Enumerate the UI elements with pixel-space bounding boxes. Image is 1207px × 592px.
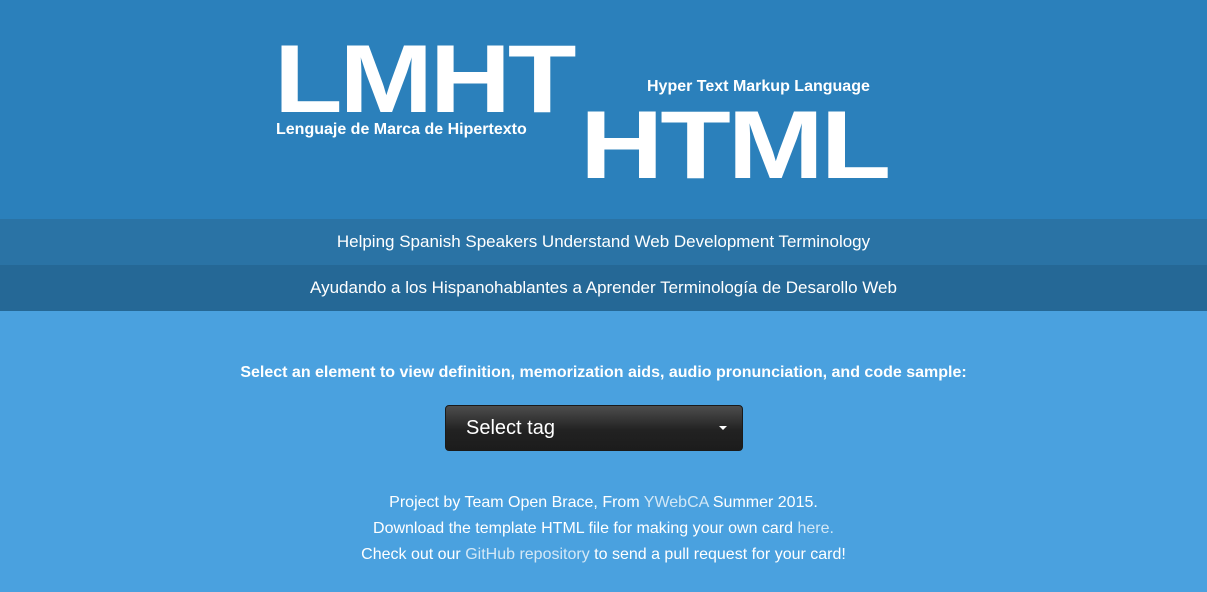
template-download-link[interactable]: here. bbox=[798, 520, 834, 537]
tagline-english: Helping Spanish Speakers Understand Web … bbox=[0, 219, 1207, 265]
ywebca-link[interactable]: YWebCA bbox=[644, 494, 709, 511]
caret-down-icon bbox=[719, 426, 727, 430]
footer-credit-text-start: Project by Team Open Brace, From bbox=[389, 494, 644, 511]
site-logo: LMHT HTML Lenguaje de Marca de Hipertext… bbox=[0, 0, 1207, 219]
tagline-spanish: Ayudando a los Hispanohablantes a Aprend… bbox=[0, 265, 1207, 311]
footer-github-text-start: Check out our bbox=[361, 546, 466, 563]
footer-credit-line: Project by Team Open Brace, From YWebCA … bbox=[0, 490, 1207, 516]
logo-lmht-text: LMHT bbox=[274, 24, 577, 133]
footer-github-line: Check out our GitHub repository to send … bbox=[0, 542, 1207, 568]
logo-html-text: HTML bbox=[580, 90, 891, 199]
footer-github-text-end: to send a pull request for your card! bbox=[589, 546, 846, 563]
footer-download-text: Download the template HTML file for maki… bbox=[373, 520, 798, 537]
logo-subtitle-english: Hyper Text Markup Language bbox=[647, 78, 870, 95]
footer-credit-text-end: Summer 2015. bbox=[708, 494, 818, 511]
logo-subtitle-spanish: Lenguaje de Marca de Hipertexto bbox=[276, 121, 527, 138]
footer: Project by Team Open Brace, From YWebCA … bbox=[0, 490, 1207, 568]
footer-download-line: Download the template HTML file for maki… bbox=[0, 516, 1207, 542]
tag-select-value: Select tag bbox=[466, 417, 555, 439]
github-repository-link[interactable]: GitHub repository bbox=[465, 546, 590, 563]
tag-select-dropdown[interactable]: Select tag bbox=[445, 405, 743, 451]
site-header: LMHT HTML Lenguaje de Marca de Hipertext… bbox=[0, 0, 1207, 219]
select-prompt: Select an element to view definition, me… bbox=[240, 364, 967, 381]
